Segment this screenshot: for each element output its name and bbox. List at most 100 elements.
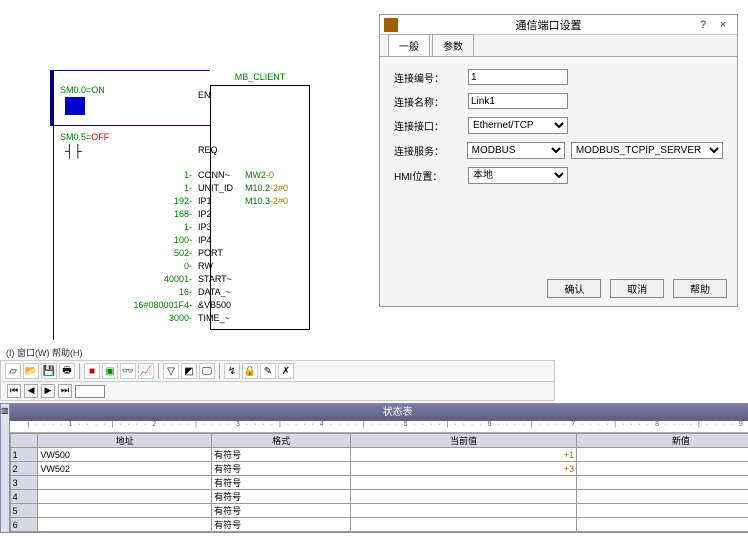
close-button[interactable]: × <box>713 19 733 31</box>
tb-write-icon[interactable]: ✎ <box>260 363 276 379</box>
fb-pin-row: 168-IP2 <box>20 209 310 219</box>
cell-newval[interactable] <box>577 448 748 462</box>
tb-stop-icon[interactable]: ■ <box>84 363 100 379</box>
status-table: 地址 格式 当前值 新值 1VW500有符号+12VW502有符号+33有符号4… <box>10 433 748 532</box>
fb-pin-row: 1-UNIT_IDM10.2-2#0 <box>20 183 310 193</box>
fb-pin-row: 3000-TIME_~ <box>20 313 310 323</box>
pin-input-value: 168- <box>20 209 195 219</box>
pin-name: IP1 <box>195 196 245 206</box>
nav-first-icon[interactable]: ⏮ <box>7 384 21 398</box>
nav-last-icon[interactable]: ⏭ <box>58 384 72 398</box>
tb-print-icon[interactable]: 🖶 <box>59 363 75 379</box>
connid-input[interactable] <box>468 69 568 85</box>
cell-fmt[interactable]: 有符号 <box>212 504 351 518</box>
cell-addr[interactable] <box>38 504 212 518</box>
pin-name: UNIT_ID <box>195 183 245 193</box>
nav-prev-icon[interactable]: ◀ <box>24 384 38 398</box>
tb-down-icon[interactable]: ▽ <box>163 363 179 379</box>
col-new: 新值 <box>577 434 748 448</box>
tb-open-icon[interactable]: 📂 <box>23 363 39 379</box>
cell-fmt[interactable]: 有符号 <box>212 448 351 462</box>
ok-button[interactable]: 确认 <box>547 279 601 298</box>
row-number: 3 <box>10 476 38 490</box>
conniface-select[interactable]: Ethernet/TCP <box>468 117 568 134</box>
tb-run-icon[interactable]: ▣ <box>102 363 118 379</box>
menu-fragment[interactable]: (I) 窗口(W) 帮助(H) <box>0 345 555 360</box>
contact-state: OFF <box>91 132 109 142</box>
pin-name: START~ <box>195 274 245 284</box>
pin-input-value: 100- <box>20 235 195 245</box>
tb-chart-icon[interactable]: 📈 <box>138 363 154 379</box>
nav-input[interactable] <box>75 385 105 398</box>
cancel-button[interactable]: 取消 <box>610 279 664 298</box>
pin-output-value: M10.2-2#0 <box>245 183 305 193</box>
fb-pin-row: 100-IP4 <box>20 235 310 245</box>
label-connname: 连接名称： <box>394 94 468 109</box>
pin-input-value: 1- <box>20 170 195 180</box>
cell-fmt[interactable]: 有符号 <box>212 518 351 532</box>
pin-name: RW <box>195 261 245 271</box>
connname-input[interactable] <box>468 93 568 109</box>
help-button[interactable]: ? <box>693 19 713 31</box>
pin-name: IP2 <box>195 209 245 219</box>
cell-addr[interactable] <box>38 518 212 532</box>
cell-newval[interactable] <box>577 518 748 532</box>
tb-monitor-icon[interactable]: 🖵 <box>199 363 215 379</box>
row-number: 1 <box>10 448 38 462</box>
contact-symbol: SM0.5 <box>60 132 86 142</box>
pin-name: TIME_~ <box>195 313 245 323</box>
pin-output-value: MW2-0 <box>245 170 305 180</box>
col-cur: 当前值 <box>351 434 577 448</box>
comm-port-settings-dialog: 通信端口设置 ? × 一般 参数 连接编号： 连接名称： 连接接口： Ether… <box>379 14 738 307</box>
cell-newval[interactable] <box>577 490 748 504</box>
pin-input-value: 16#080001F4- <box>20 300 195 310</box>
dialog-icon <box>384 18 398 32</box>
cell-addr[interactable]: VW500 <box>38 448 212 462</box>
contact-sm05: SM0.5=OFF <box>60 132 109 142</box>
tb-lock-icon[interactable]: 🔒 <box>242 363 258 379</box>
table-row[interactable]: 1VW500有符号+1 <box>10 448 748 462</box>
cell-addr[interactable]: VW502 <box>38 462 212 476</box>
connsvc2-select[interactable]: MODBUS_TCPIP_SERVER <box>571 142 723 159</box>
cell-addr[interactable] <box>38 476 212 490</box>
help-button-footer[interactable]: 帮助 <box>673 279 727 298</box>
cell-current: +1 <box>351 448 577 462</box>
cell-current <box>351 504 577 518</box>
fb-pin-row: 0-RW <box>20 261 310 271</box>
label-conniface: 连接接口： <box>394 118 468 133</box>
cell-fmt[interactable]: 有符号 <box>212 476 351 490</box>
col-addr: 地址 <box>38 434 212 448</box>
table-row[interactable]: 4有符号 <box>10 490 748 504</box>
tb-watch-icon[interactable]: 👓 <box>120 363 136 379</box>
pin-name: IP3 <box>195 222 245 232</box>
tb-new-icon[interactable]: ▱ <box>5 363 21 379</box>
tb-clear-icon[interactable]: ✗ <box>278 363 294 379</box>
table-row[interactable]: 6有符号 <box>10 518 748 532</box>
dialog-title: 通信端口设置 <box>404 17 693 33</box>
cell-newval[interactable] <box>577 462 748 476</box>
tb-link-icon[interactable]: ↯ <box>224 363 240 379</box>
fb-title: MB_CLIENT <box>210 72 310 82</box>
pin-req: REQ <box>195 145 245 155</box>
cell-newval[interactable] <box>577 476 748 490</box>
dialog-tabs: 一般 参数 <box>380 35 737 57</box>
cell-newval[interactable] <box>577 504 748 518</box>
pin-input-value: 0- <box>20 261 195 271</box>
cell-addr[interactable] <box>38 490 212 504</box>
tab-general[interactable]: 一般 <box>388 34 430 56</box>
cell-fmt[interactable]: 有符号 <box>212 462 351 476</box>
tb-diag-icon[interactable]: ◩ <box>181 363 197 379</box>
cell-fmt[interactable]: 有符号 <box>212 490 351 504</box>
hmipos-select[interactable]: 本地 <box>468 167 568 184</box>
table-row[interactable]: 5有符号 <box>10 504 748 518</box>
nav-row: ⏮ ◀ ▶ ⏭ <box>0 382 555 401</box>
nav-next-icon[interactable]: ▶ <box>41 384 55 398</box>
table-row[interactable]: 2VW502有符号+3 <box>10 462 748 476</box>
pin-output-value: M10.3-2#0 <box>245 196 305 206</box>
pin-output-value <box>245 274 305 284</box>
connsvc1-select[interactable]: MODBUS <box>467 142 565 159</box>
pin-name: DATA_~ <box>195 287 245 297</box>
tab-params[interactable]: 参数 <box>432 34 474 56</box>
table-row[interactable]: 3 有符号 <box>10 476 748 490</box>
tb-save-icon[interactable]: 💾 <box>41 363 57 379</box>
